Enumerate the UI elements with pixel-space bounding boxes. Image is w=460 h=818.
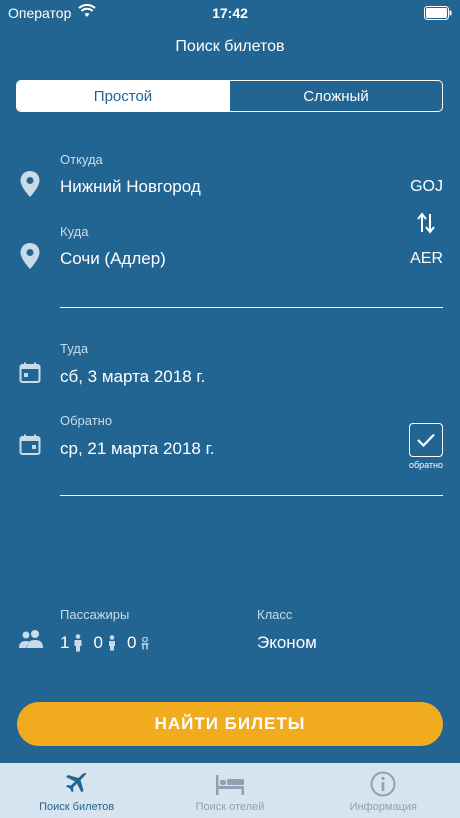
from-label: Откуда [60,152,103,167]
to-label: Куда [60,224,89,239]
tab-information[interactable]: Информация [307,763,460,818]
calendar-icon [19,362,41,389]
return-date-field[interactable]: ср, 21 марта 2018 г. [60,439,214,459]
location-pin-icon [20,243,40,274]
tab-ticket-search[interactable]: Поиск билетов [0,763,153,818]
passengers-selector[interactable]: 1 0 0 [60,633,158,653]
tab-label: Информация [349,801,417,813]
from-city-field[interactable]: Нижний Новгород [60,177,201,197]
calendar-icon [19,434,41,461]
to-city-field[interactable]: Сочи (Адлер) [60,249,166,269]
return-checkbox-caption: обратно [408,460,444,470]
segment-simple[interactable]: Простой [17,81,229,111]
to-airport-code: AER [410,250,443,267]
checkmark-icon [417,433,435,448]
airplane-icon [65,773,87,793]
tab-label: Поиск билетов [39,801,115,813]
dates-divider [60,495,443,496]
tab-label: Поиск отелей [195,801,265,813]
children-count: 0 [93,633,103,652]
battery-icon [424,6,452,20]
return-label: Обратно [60,413,113,428]
bed-icon [215,775,244,795]
depart-date-field[interactable]: сб, 3 марта 2018 г. [60,367,205,387]
child-icon [108,635,115,651]
class-selector[interactable]: Эконом [257,633,317,653]
tab-bar: Поиск билетов Поиск отелей Информация [0,763,460,818]
segment-complex[interactable]: Сложный [229,81,442,111]
from-airport-code: GOJ [410,178,443,195]
route-divider [60,307,443,308]
infant-icon [141,636,149,649]
infants-count: 0 [126,633,137,652]
status-time: 17:42 [212,5,248,21]
passengers-label: Пассажиры [60,607,130,622]
people-icon [19,629,43,654]
return-checkbox[interactable] [409,423,443,457]
info-icon [370,771,396,797]
status-bar: Оператор 17:42 [0,0,460,26]
tab-hotel-search[interactable]: Поиск отелей [153,763,306,818]
swap-vertical-icon[interactable] [416,212,436,239]
location-pin-icon [20,171,40,202]
page-title: Поиск билетов [175,38,285,55]
depart-label: Туда [60,341,89,356]
find-tickets-button[interactable]: НАЙТИ БИЛЕТЫ [17,702,443,746]
search-mode-segmented-control: Простой Сложный [16,80,443,112]
class-label: Класс [257,607,293,622]
adult-icon [74,634,82,652]
adults-count: 1 [60,633,70,652]
